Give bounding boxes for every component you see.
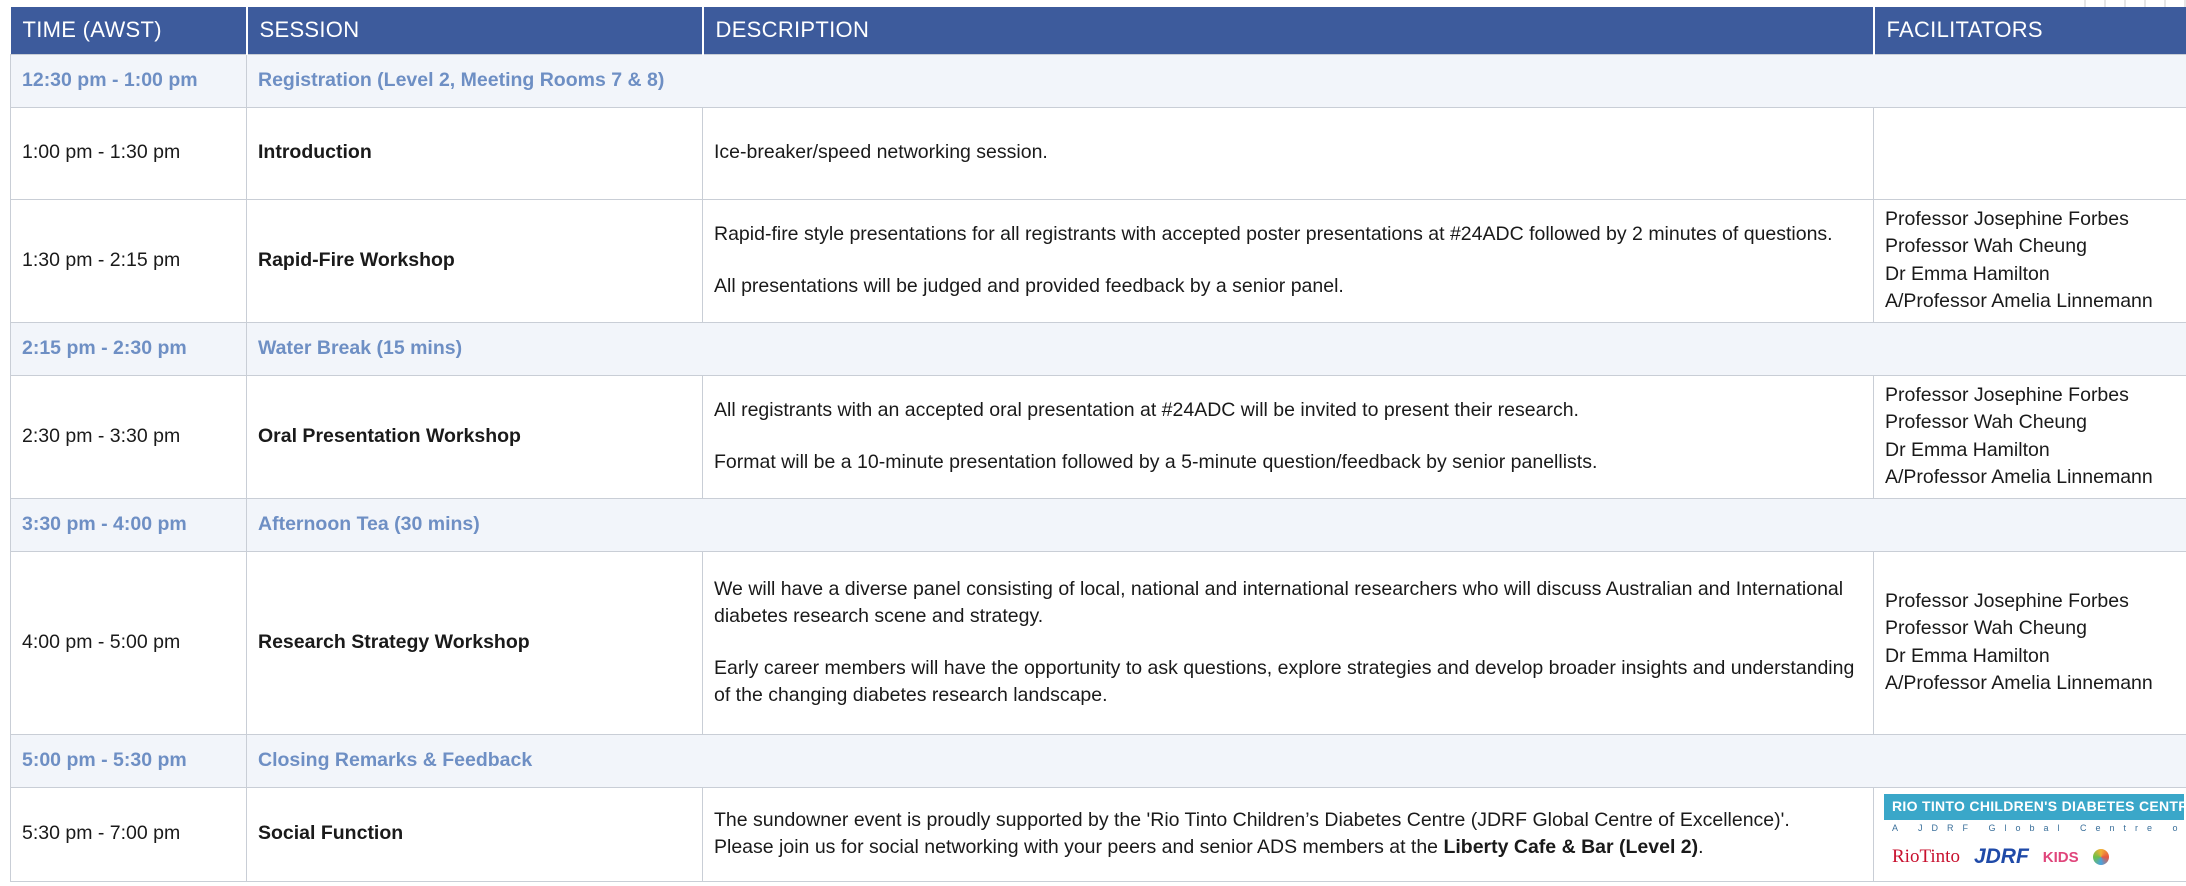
session-cell: Introduction [246, 106, 703, 200]
telethon-kids-logo: KIDS [2042, 848, 2079, 866]
header-description: DESCRIPTION [702, 7, 1875, 54]
facilitator-name: A/Professor Amelia Linnemann [1885, 465, 2153, 488]
time-cell: 3:30 pm - 4:00 pm [10, 497, 247, 552]
description-text-plain: Please join us for social networking wit… [714, 836, 1444, 858]
facilitators-cell: RIO TINTO CHILDREN'S DIABETES CENTRE A J… [1873, 786, 2186, 882]
description-cell: We will have a diverse panel consisting … [702, 550, 1874, 735]
time-cell: 2:30 pm - 3:30 pm [10, 374, 247, 499]
jdrf-logo: JDRF [1973, 845, 2029, 869]
session-cell: Water Break (15 mins) [246, 321, 2186, 376]
description-text-end: . [1698, 836, 1704, 858]
facilitator-name: Professor Wah Cheung [1885, 235, 2087, 258]
session-cell: Registration (Level 2, Meeting Rooms 7 &… [246, 53, 2186, 108]
table-row: 1:00 pm - 1:30 pm Introduction Ice-break… [10, 106, 2186, 200]
table-row: 2:30 pm - 3:30 pm Oral Presentation Work… [10, 374, 2186, 499]
description-cell: The sundowner event is proudly supported… [702, 786, 1874, 882]
session-cell: Research Strategy Workshop [246, 550, 703, 735]
table-row: 5:30 pm - 7:00 pm Social Function The su… [10, 786, 2186, 882]
facilitators-cell: Professor Josephine Forbes Professor Wah… [1873, 374, 2186, 499]
session-cell: Social Function [246, 786, 703, 882]
venue-name: Liberty Cafe & Bar (Level 2) [1443, 836, 1699, 858]
table-row: 5:00 pm - 5:30 pm Closing Remarks & Feed… [10, 733, 2186, 788]
description-text: Please join us for social networking wit… [714, 834, 1862, 861]
table-row: 2:15 pm - 2:30 pm Water Break (15 mins) [10, 321, 2186, 376]
time-cell: 12:30 pm - 1:00 pm [10, 53, 247, 108]
description-cell: Rapid-fire style presentations for all r… [702, 198, 1874, 323]
session-cell: Rapid-Fire Workshop [246, 198, 703, 323]
facilitator-name: A/Professor Amelia Linnemann [1885, 289, 2153, 312]
time-cell: 5:00 pm - 5:30 pm [10, 733, 247, 788]
time-cell: 4:00 pm - 5:00 pm [10, 550, 247, 735]
logo-tagline: A JDRF Global Centre of Excellence [1892, 822, 2184, 833]
table-row: 12:30 pm - 1:00 pm Registration (Level 2… [10, 53, 2186, 108]
facilitators-cell: Professor Josephine Forbes Professor Wah… [1873, 198, 2186, 323]
table-row: 1:30 pm - 2:15 pm Rapid-Fire Workshop Ra… [10, 198, 2186, 323]
description-cell: Ice-breaker/speed networking session. [702, 106, 1874, 200]
description-text: Ice-breaker/speed networking session. [714, 141, 1048, 164]
time-cell: 2:15 pm - 2:30 pm [10, 321, 247, 376]
sponsor-logo: RIO TINTO CHILDREN'S DIABETES CENTRE A J… [1884, 794, 2184, 874]
table-row: 3:30 pm - 4:00 pm Afternoon Tea (30 mins… [10, 497, 2186, 552]
riotinto-logo: RioTinto [1892, 845, 1960, 867]
facilitator-name: Professor Wah Cheung [1885, 617, 2087, 640]
facilitator-name: Dr Emma Hamilton [1885, 262, 2050, 285]
facilitator-name: Professor Josephine Forbes [1885, 589, 2129, 612]
header-session: SESSION [246, 7, 704, 54]
description-text: The sundowner event is proudly supported… [714, 808, 1790, 831]
description-cell: All registrants with an accepted oral pr… [702, 374, 1874, 499]
description-text: We will have a diverse panel consisting … [714, 577, 1844, 628]
agenda-table: TIME (AWST) SESSION DESCRIPTION FACILITA… [10, 7, 2186, 882]
table-row: 4:00 pm - 5:00 pm Research Strategy Work… [10, 550, 2186, 735]
header-time: TIME (AWST) [10, 7, 248, 54]
facilitator-name: Dr Emma Hamilton [1885, 438, 2050, 461]
time-cell: 1:30 pm - 2:15 pm [10, 198, 247, 323]
description-text: All presentations will be judged and pro… [714, 274, 1344, 297]
partner-logos: RioTinto JDRF KIDS [1884, 840, 2184, 873]
facilitator-name: Professor Wah Cheung [1885, 411, 2087, 434]
facilitator-name: Professor Josephine Forbes [1885, 383, 2129, 406]
time-cell: 5:30 pm - 7:00 pm [10, 786, 247, 882]
facilitator-name: Dr Emma Hamilton [1885, 644, 2050, 667]
description-text: All registrants with an accepted oral pr… [714, 399, 1579, 422]
header-row: TIME (AWST) SESSION DESCRIPTION FACILITA… [10, 7, 2186, 54]
facilitators-cell: Professor Josephine Forbes Professor Wah… [1873, 550, 2186, 735]
description-text: Early career members will have the oppor… [714, 656, 1855, 706]
session-cell: Oral Presentation Workshop [246, 374, 703, 499]
description-text: Format will be a 10-minute presentation … [714, 450, 1598, 473]
description-text: Rapid-fire style presentations for all r… [714, 223, 1833, 246]
facilitators-cell [1873, 106, 2186, 200]
facilitator-name: Professor Josephine Forbes [1885, 207, 2129, 230]
session-cell: Afternoon Tea (30 mins) [246, 497, 2186, 552]
sun-icon [2092, 849, 2109, 866]
session-cell: Closing Remarks & Feedback [246, 733, 2186, 788]
perth-childrens-hospital-logo [2092, 849, 2109, 866]
header-facilitators: FACILITATORS [1873, 7, 2186, 54]
logo-banner: RIO TINTO CHILDREN'S DIABETES CENTRE [1884, 794, 2184, 820]
facilitator-name: A/Professor Amelia Linnemann [1885, 671, 2153, 694]
time-cell: 1:00 pm - 1:30 pm [10, 106, 247, 200]
